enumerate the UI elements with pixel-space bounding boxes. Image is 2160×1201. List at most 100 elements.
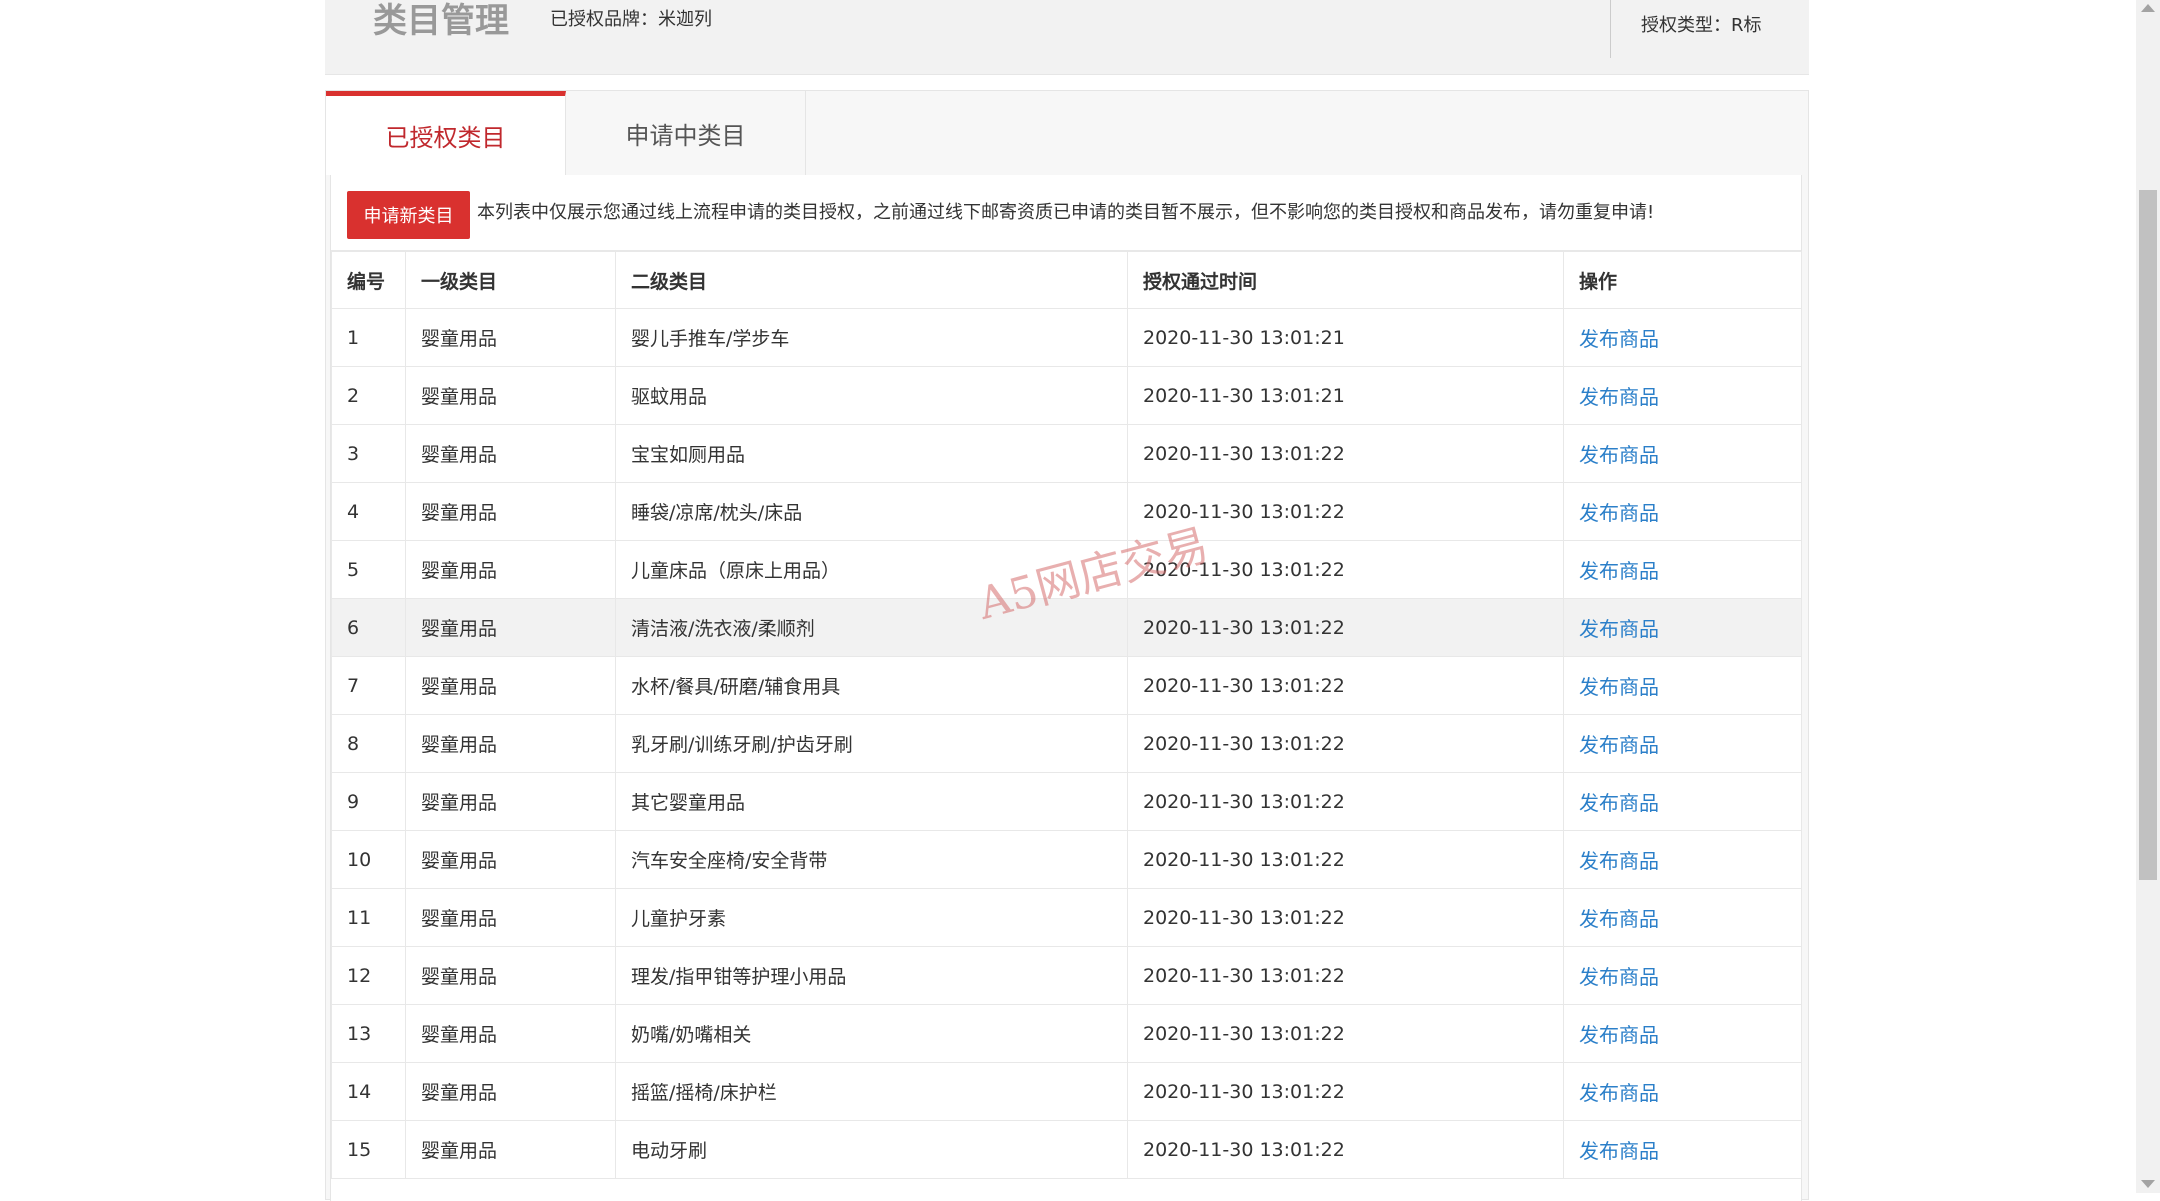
cell-time: 2020-11-30 13:01:22 bbox=[1127, 888, 1564, 947]
cell-action: 发布商品 bbox=[1563, 714, 1802, 773]
apply-new-category-button[interactable]: 申请新类目 bbox=[347, 191, 470, 239]
cell-id: 14 bbox=[331, 1062, 406, 1121]
table-row: 3 婴童用品 宝宝如厕用品 2020-11-30 13:01:22 发布商品 bbox=[331, 424, 1802, 483]
tab-authorized-categories[interactable]: 已授权类目 bbox=[326, 91, 566, 175]
tab-bar: 已授权类目 申请中类目 bbox=[326, 91, 806, 175]
cell-id: 6 bbox=[331, 598, 406, 657]
cell-level2: 乳牙刷/训练牙刷/护齿牙刷 bbox=[615, 714, 1128, 773]
scroll-down-icon[interactable] bbox=[2141, 1180, 2155, 1188]
cell-time: 2020-11-30 13:01:22 bbox=[1127, 1120, 1564, 1179]
table-row: 13 婴童用品 奶嘴/奶嘴相关 2020-11-30 13:01:22 发布商品 bbox=[331, 1004, 1802, 1063]
cell-level1: 婴童用品 bbox=[405, 308, 616, 367]
publish-product-link[interactable]: 发布商品 bbox=[1579, 907, 1659, 931]
publish-product-link[interactable]: 发布商品 bbox=[1579, 501, 1659, 525]
table-header-row: 编号 一级类目 二级类目 授权通过时间 操作 bbox=[331, 251, 1802, 309]
cell-level1: 婴童用品 bbox=[405, 830, 616, 889]
cell-id: 10 bbox=[331, 830, 406, 889]
cell-action: 发布商品 bbox=[1563, 424, 1802, 483]
cell-id: 5 bbox=[331, 540, 406, 599]
cell-action: 发布商品 bbox=[1563, 772, 1802, 831]
cell-time: 2020-11-30 13:01:22 bbox=[1127, 946, 1564, 1005]
publish-product-link[interactable]: 发布商品 bbox=[1579, 965, 1659, 989]
publish-product-link[interactable]: 发布商品 bbox=[1579, 1023, 1659, 1047]
cell-level2: 宝宝如厕用品 bbox=[615, 424, 1128, 483]
cell-action: 发布商品 bbox=[1563, 540, 1802, 599]
cell-level1: 婴童用品 bbox=[405, 482, 616, 541]
publish-product-link[interactable]: 发布商品 bbox=[1579, 617, 1659, 641]
cell-level1: 婴童用品 bbox=[405, 656, 616, 715]
table-row: 9 婴童用品 其它婴童用品 2020-11-30 13:01:22 发布商品 bbox=[331, 772, 1802, 831]
cell-level1: 婴童用品 bbox=[405, 424, 616, 483]
cell-action: 发布商品 bbox=[1563, 1004, 1802, 1063]
scroll-up-icon[interactable] bbox=[2141, 4, 2155, 12]
cell-level1: 婴童用品 bbox=[405, 1062, 616, 1121]
cell-level1: 婴童用品 bbox=[405, 1120, 616, 1179]
column-header-action: 操作 bbox=[1563, 251, 1802, 309]
cell-time: 2020-11-30 13:01:22 bbox=[1127, 482, 1564, 541]
publish-product-link[interactable]: 发布商品 bbox=[1579, 675, 1659, 699]
cell-level2: 电动牙刷 bbox=[615, 1120, 1128, 1179]
cell-time: 2020-11-30 13:01:21 bbox=[1127, 308, 1564, 367]
cell-action: 发布商品 bbox=[1563, 830, 1802, 889]
cell-action: 发布商品 bbox=[1563, 1120, 1802, 1179]
cell-level2: 汽车安全座椅/安全背带 bbox=[615, 830, 1128, 889]
table-row: 7 婴童用品 水杯/餐具/研磨/辅食用具 2020-11-30 13:01:22 发布商… bbox=[331, 656, 1802, 715]
publish-product-link[interactable]: 发布商品 bbox=[1579, 443, 1659, 467]
cell-action: 发布商品 bbox=[1563, 946, 1802, 1005]
publish-product-link[interactable]: 发布商品 bbox=[1579, 1139, 1659, 1163]
table-row: 2 婴童用品 驱蚊用品 2020-11-30 13:01:21 发布商品 bbox=[331, 366, 1802, 425]
cell-action: 发布商品 bbox=[1563, 1062, 1802, 1121]
cell-level2: 驱蚊用品 bbox=[615, 366, 1128, 425]
category-table: 编号 一级类目 二级类目 授权通过时间 操作 1 婴童用品 婴儿手推车/学步车 202… bbox=[331, 251, 1802, 1179]
cell-id: 4 bbox=[331, 482, 406, 541]
table-row: 11 婴童用品 儿童护牙素 2020-11-30 13:01:22 发布商品 bbox=[331, 888, 1802, 947]
column-header-level1: 一级类目 bbox=[405, 251, 616, 309]
cell-level1: 婴童用品 bbox=[405, 1004, 616, 1063]
publish-product-link[interactable]: 发布商品 bbox=[1579, 559, 1659, 583]
cell-id: 8 bbox=[331, 714, 406, 773]
cell-level1: 婴童用品 bbox=[405, 714, 616, 773]
publish-product-link[interactable]: 发布商品 bbox=[1579, 327, 1659, 351]
cell-id: 13 bbox=[331, 1004, 406, 1063]
table-body: 1 婴童用品 婴儿手推车/学步车 2020-11-30 13:01:21 发布商品 2 婴童… bbox=[331, 308, 1802, 1179]
cell-time: 2020-11-30 13:01:22 bbox=[1127, 598, 1564, 657]
category-panel: 已授权类目 申请中类目 申请新类目 本列表中仅展示您通过线上流程申请的类目授权，… bbox=[325, 90, 1809, 1201]
table-row: 8 婴童用品 乳牙刷/训练牙刷/护齿牙刷 2020-11-30 13:01:22 发布商… bbox=[331, 714, 1802, 773]
cell-level1: 婴童用品 bbox=[405, 772, 616, 831]
publish-product-link[interactable]: 发布商品 bbox=[1579, 791, 1659, 815]
publish-product-link[interactable]: 发布商品 bbox=[1579, 733, 1659, 757]
cell-level1: 婴童用品 bbox=[405, 366, 616, 425]
table-row: 1 婴童用品 婴儿手推车/学步车 2020-11-30 13:01:21 发布商品 bbox=[331, 308, 1802, 367]
cell-id: 15 bbox=[331, 1120, 406, 1179]
cell-action: 发布商品 bbox=[1563, 888, 1802, 947]
cell-level2: 水杯/餐具/研磨/辅食用具 bbox=[615, 656, 1128, 715]
cell-level2: 婴儿手推车/学步车 bbox=[615, 308, 1128, 367]
publish-product-link[interactable]: 发布商品 bbox=[1579, 849, 1659, 873]
cell-level2: 奶嘴/奶嘴相关 bbox=[615, 1004, 1128, 1063]
table-row: 5 婴童用品 儿童床品（原床上用品） 2020-11-30 13:01:22 发布商品 bbox=[331, 540, 1802, 599]
notice-text: 本列表中仅展示您通过线上流程申请的类目授权，之前通过线下邮寄资质已申请的类目暂不… bbox=[477, 202, 1655, 223]
authorized-brand: 已授权品牌：米迦列 bbox=[550, 9, 712, 30]
scrollbar-thumb[interactable] bbox=[2139, 190, 2157, 880]
cell-level2: 摇篮/摇椅/床护栏 bbox=[615, 1062, 1128, 1121]
cell-id: 3 bbox=[331, 424, 406, 483]
table-row: 14 婴童用品 摇篮/摇椅/床护栏 2020-11-30 13:01:22 发布商品 bbox=[331, 1062, 1802, 1121]
header-divider bbox=[1610, 0, 1611, 58]
cell-id: 7 bbox=[331, 656, 406, 715]
authorization-type: 授权类型：R标 bbox=[1641, 15, 1762, 36]
page-title: 类目管理 bbox=[373, 1, 509, 41]
publish-product-link[interactable]: 发布商品 bbox=[1579, 1081, 1659, 1105]
table-row: 10 婴童用品 汽车安全座椅/安全背带 2020-11-30 13:01:22 发布商品 bbox=[331, 830, 1802, 889]
cell-id: 1 bbox=[331, 308, 406, 367]
publish-product-link[interactable]: 发布商品 bbox=[1579, 385, 1659, 409]
column-header-id: 编号 bbox=[331, 251, 406, 309]
tab-pending-categories[interactable]: 申请中类目 bbox=[566, 91, 806, 175]
cell-time: 2020-11-30 13:01:22 bbox=[1127, 830, 1564, 889]
cell-action: 发布商品 bbox=[1563, 366, 1802, 425]
cell-level2: 清洁液/洗衣液/柔顺剂 bbox=[615, 598, 1128, 657]
cell-level2: 儿童护牙素 bbox=[615, 888, 1128, 947]
cell-level2: 儿童床品（原床上用品） bbox=[615, 540, 1128, 599]
cell-level2: 其它婴童用品 bbox=[615, 772, 1128, 831]
cell-time: 2020-11-30 13:01:22 bbox=[1127, 540, 1564, 599]
cell-action: 发布商品 bbox=[1563, 656, 1802, 715]
